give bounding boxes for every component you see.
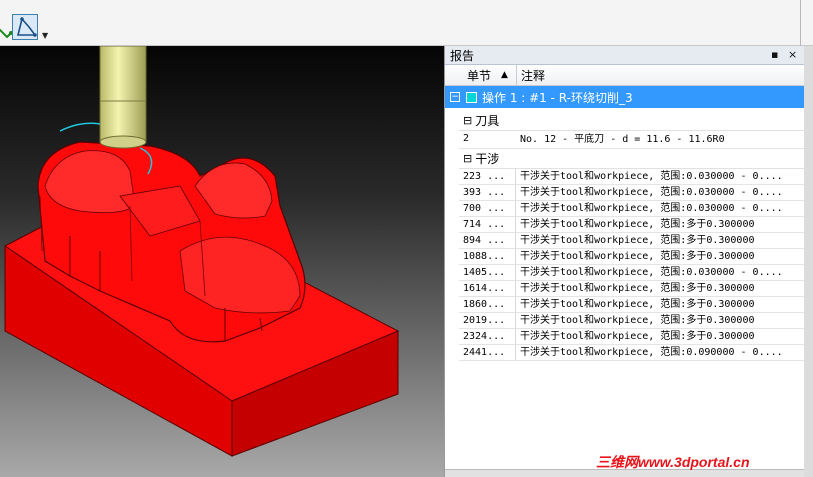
row-id: 1088... bbox=[459, 249, 516, 264]
column-label: 单节 bbox=[467, 68, 492, 83]
cad-model-drawing bbox=[4, 46, 400, 457]
collapse-icon[interactable]: − bbox=[450, 92, 460, 102]
row-id: 2 bbox=[463, 133, 470, 144]
row-id: 393 ... bbox=[459, 185, 516, 200]
row-id: 700 ... bbox=[459, 201, 516, 216]
collapse-icon[interactable]: ⊟ bbox=[463, 152, 472, 165]
sort-up-icon: ▲ bbox=[501, 70, 508, 80]
operation-icon bbox=[466, 91, 477, 103]
table-row[interactable]: 2441... 干涉关于tool和workpiece, 范围:0.090000 -… bbox=[459, 345, 805, 361]
section-title: 干涉 bbox=[475, 152, 500, 166]
row-id: 1614... bbox=[459, 281, 516, 296]
row-text: 干涉关于tool和workpiece, 范围:多于0.300000 bbox=[520, 219, 755, 230]
collapse-icon[interactable]: ⊟ bbox=[463, 114, 472, 127]
table-row[interactable]: 1088... 干涉关于tool和workpiece, 范围:多于0.300000 bbox=[459, 249, 805, 265]
window-edge bbox=[804, 46, 813, 477]
table-row[interactable]: 393 ... 干涉关于tool和workpiece, 范围:0.030000 -… bbox=[459, 185, 805, 201]
row-id: 2324... bbox=[459, 329, 516, 344]
row-text: 干涉关于tool和workpiece, 范围:0.030000 - 0.... bbox=[520, 171, 783, 182]
row-id: 223 ... bbox=[459, 169, 516, 184]
row-text: 干涉关于tool和workpiece, 范围:多于0.300000 bbox=[520, 315, 755, 326]
close-icon[interactable]: × bbox=[788, 48, 797, 61]
table-row[interactable]: 700 ... 干涉关于tool和workpiece, 范围:0.030000 -… bbox=[459, 201, 805, 217]
panel-title: 报告 bbox=[450, 48, 475, 63]
row-id: 714 ... bbox=[459, 217, 516, 232]
toolbar-divider bbox=[800, 0, 801, 46]
row-text: No. 12 - 平底刀 - d = 11.6 - 11.6R0 bbox=[520, 134, 725, 145]
3d-viewport[interactable] bbox=[0, 46, 444, 477]
table-row[interactable]: 2324... 干涉关于tool和workpiece, 范围:多于0.300000 bbox=[459, 329, 805, 345]
interference-list: 223 ... 干涉关于tool和workpiece, 范围:0.030000 -… bbox=[459, 169, 805, 361]
table-row[interactable]: 2019... 干涉关于tool和workpiece, 范围:多于0.300000 bbox=[459, 313, 805, 329]
toolbar: ▼ bbox=[0, 0, 813, 46]
row-text: 干涉关于tool和workpiece, 范围:多于0.300000 bbox=[520, 235, 755, 246]
row-text: 干涉关于tool和workpiece, 范围:0.030000 - 0.... bbox=[520, 187, 783, 198]
select-curve-icon[interactable] bbox=[12, 14, 38, 40]
chevron-down-icon[interactable]: ▼ bbox=[42, 31, 48, 40]
row-id: 2441... bbox=[459, 345, 516, 360]
toolpath-line bbox=[59, 122, 101, 132]
row-text: 干涉关于tool和workpiece, 范围:0.030000 - 0.... bbox=[520, 267, 783, 278]
table-row[interactable]: 223 ... 干涉关于tool和workpiece, 范围:0.030000 -… bbox=[459, 169, 805, 185]
table-row[interactable]: 714 ... 干涉关于tool和workpiece, 范围:多于0.300000 bbox=[459, 217, 805, 233]
pin-icon[interactable]: ▪ bbox=[771, 48, 778, 61]
operation-row[interactable]: − 操作 1 : #1 - R-环绕切削_3 bbox=[445, 86, 804, 108]
column-header-comment[interactable]: 注释 bbox=[517, 65, 804, 85]
report-tree: ⊟ 刀具 2 No. 12 - 平底刀 - d = 11.6 - 11.6R0 … bbox=[459, 111, 805, 477]
column-label: 注释 bbox=[521, 68, 546, 83]
row-text: 干涉关于tool和workpiece, 范围:多于0.300000 bbox=[520, 283, 755, 294]
tool-row[interactable]: 2 No. 12 - 平底刀 - d = 11.6 - 11.6R0 bbox=[459, 131, 805, 149]
operation-label: 操作 1 : #1 - R-环绕切削_3 bbox=[482, 90, 633, 105]
interference-section-header[interactable]: ⊟ 干涉 bbox=[459, 149, 805, 169]
table-row[interactable]: 1614... 干涉关于tool和workpiece, 范围:多于0.300000 bbox=[459, 281, 805, 297]
row-text: 干涉关于tool和workpiece, 范围:0.090000 - 0.... bbox=[520, 347, 783, 358]
app-window: ▼ 报告 ▪ × 单节 ▲ 注释 − 操作 1: #1 - R-环绕切削_3 … bbox=[0, 0, 813, 477]
column-header-row: 单节 ▲ 注释 bbox=[445, 65, 804, 86]
row-id: 1405... bbox=[459, 265, 516, 280]
row-text: 干涉关于tool和workpiece, 范围:多于0.300000 bbox=[520, 251, 755, 262]
tool-section-header[interactable]: ⊟ 刀具 bbox=[459, 111, 805, 131]
row-id: 894 ... bbox=[459, 233, 516, 248]
section-title: 刀具 bbox=[475, 114, 500, 128]
report-panel: 报告 ▪ × 单节 ▲ 注释 − 操作 1 : #1 - R-环绕切削_3 ⊟ … bbox=[444, 46, 805, 477]
watermark: 三维网www.3dportal.cn bbox=[596, 454, 750, 470]
row-id: 1860... bbox=[459, 297, 516, 312]
cutting-tool bbox=[99, 46, 147, 149]
table-row[interactable]: 1860... 干涉关于tool和workpiece, 范围:多于0.300000 bbox=[459, 297, 805, 313]
table-row[interactable]: 894 ... 干涉关于tool和workpiece, 范围:多于0.300000 bbox=[459, 233, 805, 249]
row-text: 干涉关于tool和workpiece, 范围:0.030000 - 0.... bbox=[520, 203, 783, 214]
table-row[interactable]: 1405... 干涉关于tool和workpiece, 范围:0.030000 -… bbox=[459, 265, 805, 281]
row-text: 干涉关于tool和workpiece, 范围:多于0.300000 bbox=[520, 299, 755, 310]
panel-title-bar: 报告 ▪ × bbox=[445, 46, 804, 65]
row-id: 2019... bbox=[459, 313, 516, 328]
row-text: 干涉关于tool和workpiece, 范围:多于0.300000 bbox=[520, 331, 755, 342]
column-header-section[interactable]: 单节 ▲ bbox=[445, 65, 517, 85]
